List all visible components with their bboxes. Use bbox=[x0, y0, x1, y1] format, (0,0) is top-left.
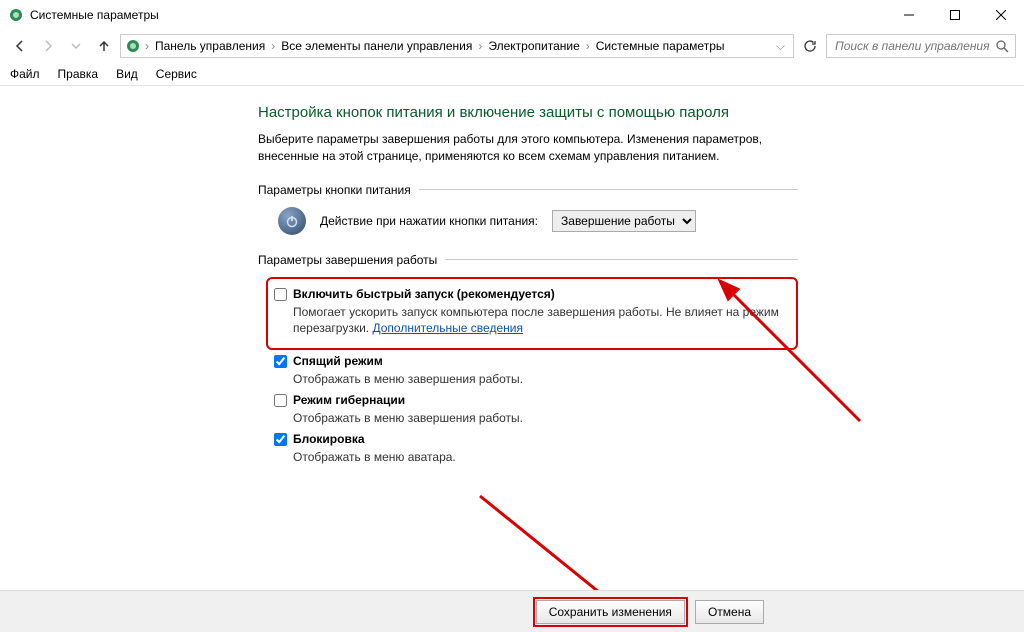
nav-row: › Панель управления › Все элементы панел… bbox=[0, 30, 1024, 62]
power-icon bbox=[278, 207, 306, 235]
forward-button[interactable] bbox=[36, 34, 60, 58]
power-action-label: Действие при нажатии кнопки питания: bbox=[320, 214, 538, 228]
cancel-button[interactable]: Отмена bbox=[695, 600, 764, 624]
minimize-button[interactable] bbox=[886, 0, 932, 30]
hibernate-label: Режим гибернации bbox=[293, 393, 405, 407]
save-button[interactable]: Сохранить изменения bbox=[536, 600, 685, 624]
page-description: Выберите параметры завершения работы для… bbox=[258, 131, 798, 165]
menu-edit[interactable]: Правка bbox=[58, 67, 99, 81]
breadcrumb-item[interactable]: Все элементы панели управления bbox=[279, 39, 474, 53]
recent-dropdown[interactable] bbox=[64, 34, 88, 58]
menubar: Файл Правка Вид Сервис bbox=[0, 62, 1024, 86]
search-input[interactable] bbox=[833, 38, 995, 54]
fast-start-description: Помогает ускорить запуск компьютера посл… bbox=[293, 304, 790, 336]
refresh-button[interactable] bbox=[798, 34, 822, 58]
sleep-label: Спящий режим bbox=[293, 354, 383, 368]
sleep-description: Отображать в меню завершения работы. bbox=[293, 371, 798, 387]
breadcrumb-dropdown[interactable]: ⌵ bbox=[772, 39, 789, 54]
group-label: Параметры завершения работы bbox=[258, 253, 445, 267]
power-button-group: Параметры кнопки питания bbox=[258, 183, 798, 197]
sleep-checkbox[interactable] bbox=[274, 355, 287, 368]
search-box[interactable] bbox=[826, 34, 1016, 58]
back-button[interactable] bbox=[8, 34, 32, 58]
shutdown-group: Параметры завершения работы bbox=[258, 253, 798, 267]
menu-view[interactable]: Вид bbox=[116, 67, 138, 81]
app-icon bbox=[8, 7, 24, 23]
divider bbox=[445, 259, 798, 260]
more-info-link[interactable]: Дополнительные сведения bbox=[372, 321, 522, 335]
page-heading: Настройка кнопок питания и включение защ… bbox=[258, 104, 798, 121]
annotation-arrow bbox=[470, 491, 630, 590]
lock-description: Отображать в меню аватара. bbox=[293, 449, 798, 465]
group-label: Параметры кнопки питания bbox=[258, 183, 419, 197]
fast-start-label: Включить быстрый запуск (рекомендуется) bbox=[293, 287, 555, 301]
fast-start-highlight: Включить быстрый запуск (рекомендуется) … bbox=[266, 277, 798, 350]
chevron-right-icon: › bbox=[269, 39, 277, 53]
hibernate-description: Отображать в меню завершения работы. bbox=[293, 410, 798, 426]
divider bbox=[419, 189, 798, 190]
window-title: Системные параметры bbox=[30, 8, 159, 22]
breadcrumb-item[interactable]: Электропитание bbox=[486, 39, 581, 53]
up-button[interactable] bbox=[92, 34, 116, 58]
menu-service[interactable]: Сервис bbox=[156, 67, 197, 81]
lock-checkbox[interactable] bbox=[274, 433, 287, 446]
fast-start-checkbox[interactable] bbox=[274, 288, 287, 301]
menu-file[interactable]: Файл bbox=[10, 67, 40, 81]
breadcrumb-item[interactable]: Панель управления bbox=[153, 39, 267, 53]
breadcrumb-icon bbox=[125, 38, 141, 54]
footer: Сохранить изменения Отмена bbox=[0, 590, 1024, 632]
chevron-right-icon: › bbox=[584, 39, 592, 53]
close-button[interactable] bbox=[978, 0, 1024, 30]
breadcrumb-item[interactable]: Системные параметры bbox=[594, 39, 727, 53]
chevron-right-icon: › bbox=[476, 39, 484, 53]
content-area: Настройка кнопок питания и включение защ… bbox=[0, 86, 1024, 590]
hibernate-checkbox[interactable] bbox=[274, 394, 287, 407]
power-action-select[interactable]: Завершение работы bbox=[552, 210, 696, 232]
search-icon bbox=[995, 39, 1009, 53]
breadcrumb[interactable]: › Панель управления › Все элементы панел… bbox=[120, 34, 794, 58]
titlebar: Системные параметры bbox=[0, 0, 1024, 30]
lock-label: Блокировка bbox=[293, 432, 365, 446]
maximize-button[interactable] bbox=[932, 0, 978, 30]
chevron-right-icon: › bbox=[143, 39, 151, 53]
